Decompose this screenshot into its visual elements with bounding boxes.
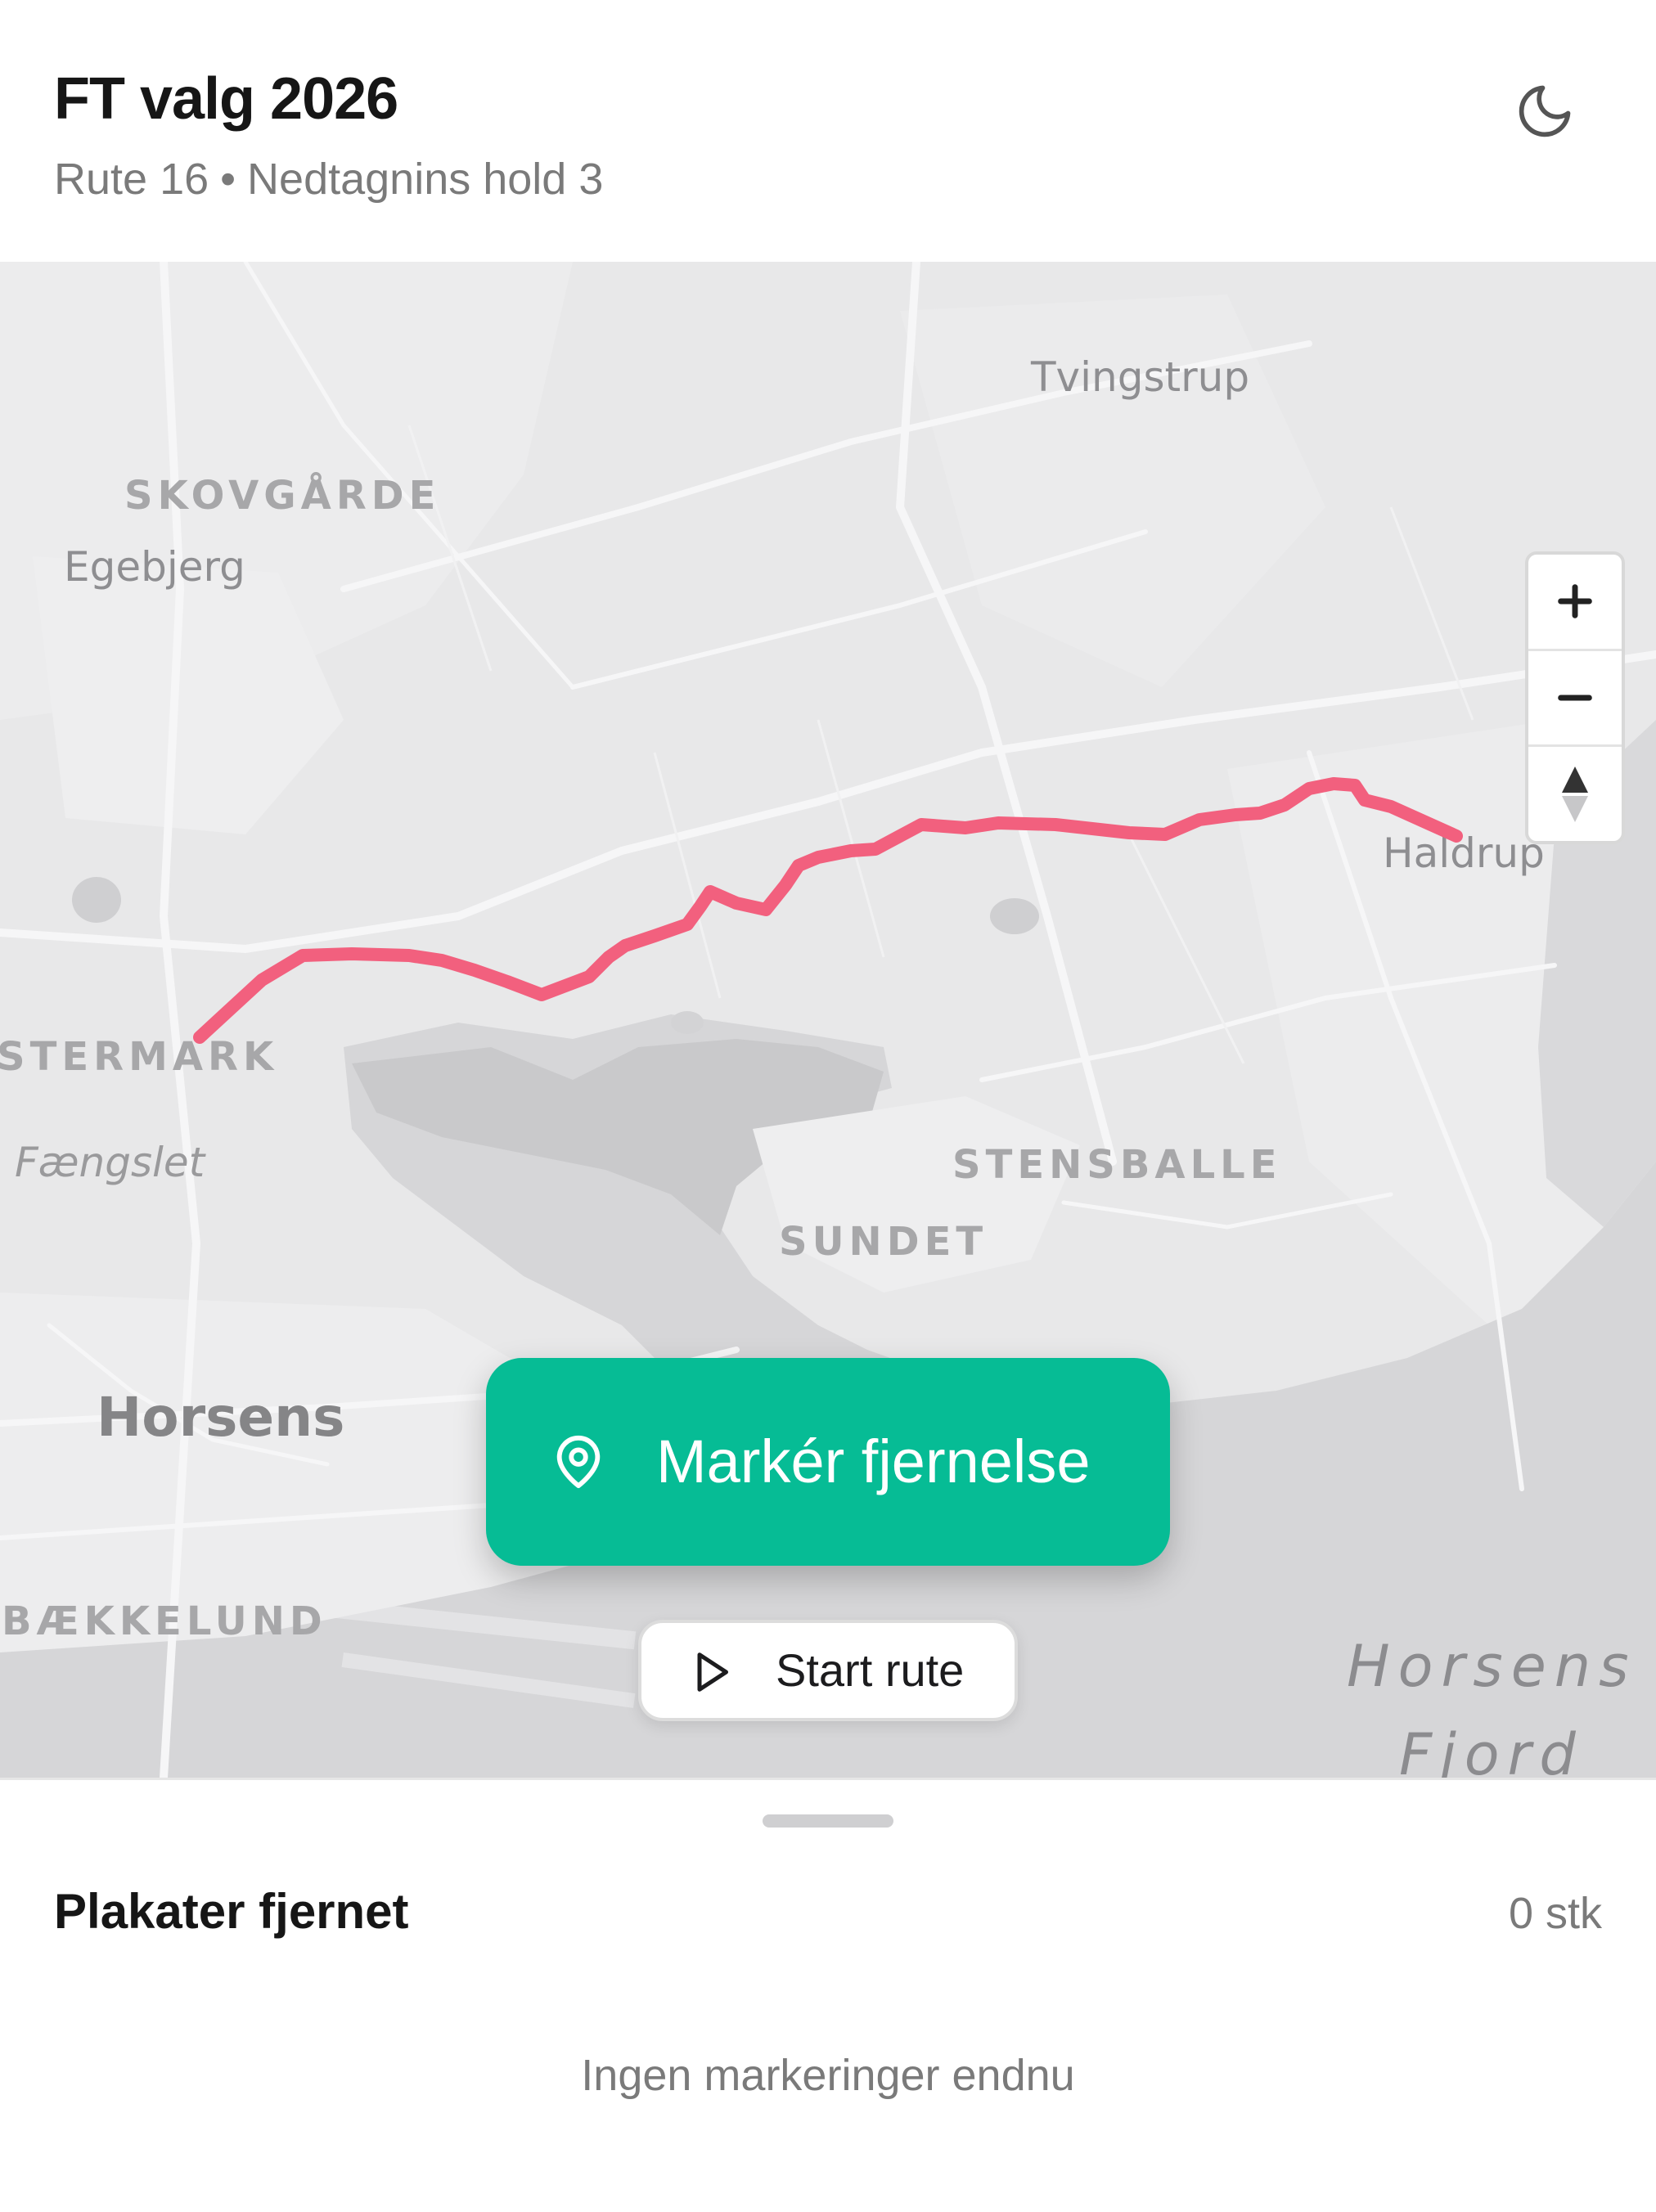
map-pin-icon bbox=[556, 1435, 601, 1489]
sheet-grabber[interactable] bbox=[763, 1814, 893, 1828]
mark-removal-label: Markér fjernelse bbox=[656, 1427, 1091, 1495]
zoom-out-button[interactable] bbox=[1528, 651, 1622, 748]
start-route-button[interactable]: Start rute bbox=[638, 1620, 1018, 1721]
start-route-label: Start rute bbox=[776, 1644, 965, 1696]
compass-icon bbox=[1562, 766, 1588, 822]
route-name: Rute 16 bbox=[54, 155, 209, 204]
page-subtitle: Rute 16 • Nedtagnins hold 3 bbox=[54, 154, 603, 205]
removed-posters-title: Plakater fjernet bbox=[54, 1884, 409, 1939]
bottom-sheet: Plakater fjernet 0 stk Ingen markeringer… bbox=[0, 1778, 1656, 2212]
moon-icon bbox=[1519, 85, 1571, 137]
map-zoom-controls bbox=[1525, 551, 1625, 844]
zoom-in-button[interactable] bbox=[1528, 555, 1622, 651]
play-icon bbox=[697, 1652, 728, 1692]
plus-icon bbox=[1558, 584, 1592, 619]
minus-icon bbox=[1558, 695, 1592, 701]
theme-toggle-button[interactable] bbox=[1505, 72, 1584, 151]
app-header: FT valg 2026 Rute 16 • Nedtagnins hold 3 bbox=[0, 0, 1656, 262]
route-path bbox=[193, 777, 1463, 1044]
team-name: Nedtagnins hold 3 bbox=[247, 155, 604, 204]
subtitle-separator: • bbox=[220, 155, 236, 204]
empty-state-message: Ingen markeringer endnu bbox=[581, 2051, 1075, 2100]
reset-bearing-button[interactable] bbox=[1528, 747, 1622, 841]
page-title: FT valg 2026 bbox=[54, 66, 398, 132]
removed-posters-count: 0 stk bbox=[1508, 1889, 1602, 1938]
mark-removal-button[interactable]: Markér fjernelse bbox=[486, 1358, 1170, 1566]
